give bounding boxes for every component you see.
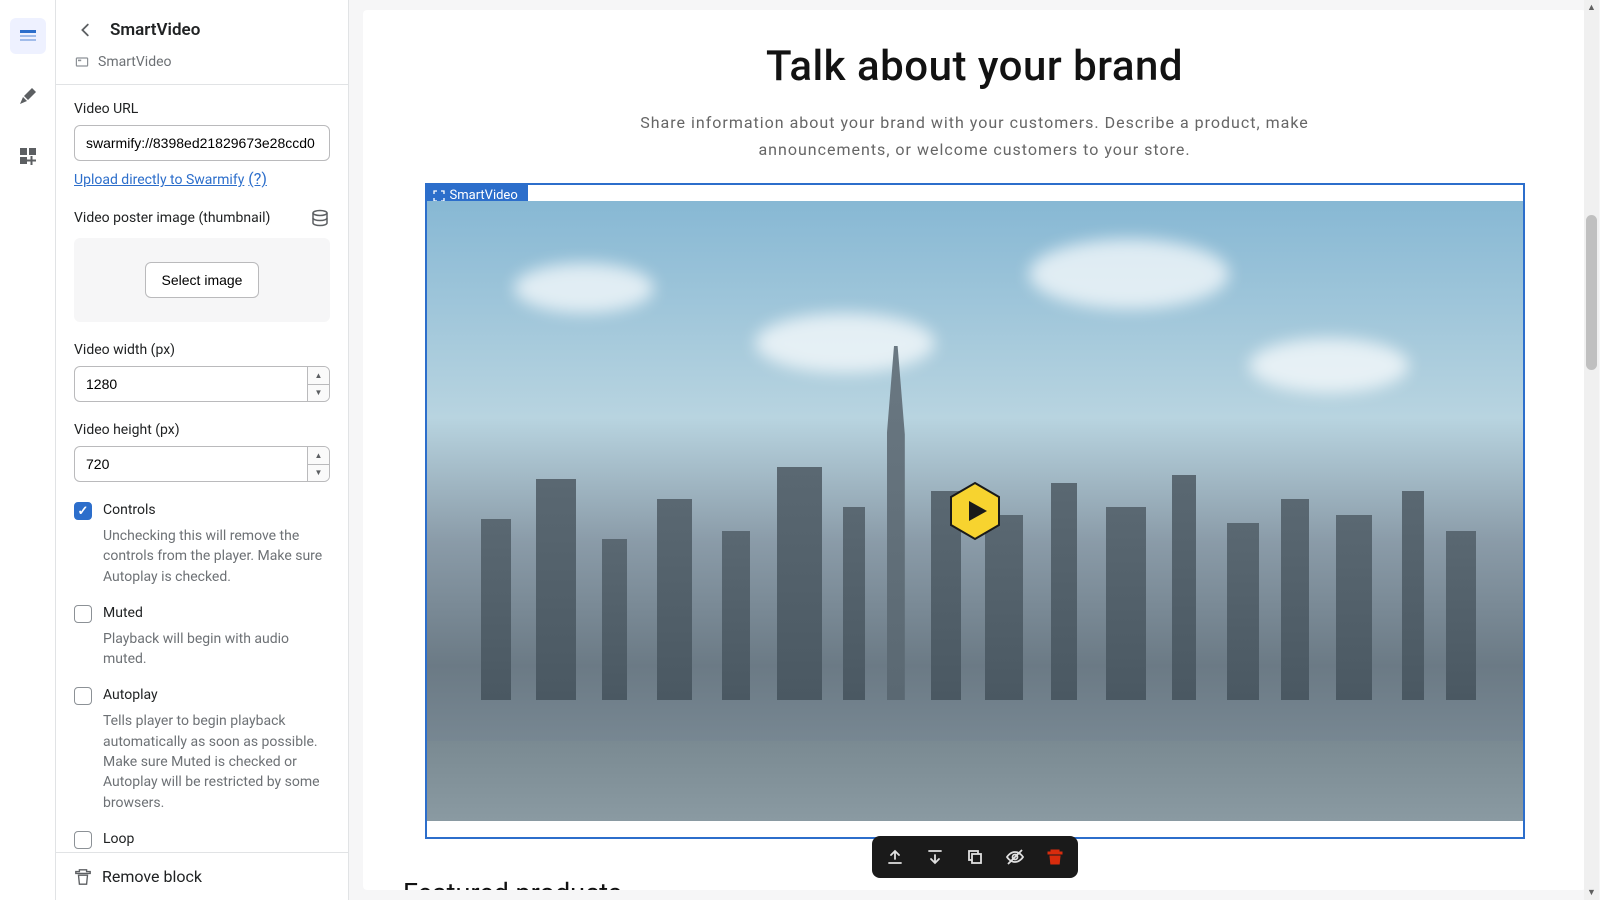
loop-checkbox[interactable] [74,831,92,849]
autoplay-help: Tells player to begin playback automatic… [103,711,330,812]
expand-icon [433,190,445,202]
theme-tool[interactable] [10,78,46,114]
upload-help-link[interactable]: (?) [248,169,267,188]
muted-help: Playback will begin with audio muted. [103,629,330,670]
duplicate-icon [965,847,985,867]
apps-icon [18,146,38,166]
move-up-icon [885,847,905,867]
move-up-button[interactable] [884,846,906,868]
height-label: Video height (px) [74,422,330,438]
delete-button[interactable] [1044,846,1066,868]
preview-page: Talk about your brand Share information … [363,10,1586,890]
loop-label: Loop [103,831,134,849]
remove-block-button[interactable]: Remove block [56,852,348,900]
height-input[interactable] [74,446,330,482]
trash-icon [1045,847,1065,867]
brand-heading: Talk about your brand [766,42,1183,91]
dynamic-source-icon[interactable] [310,208,330,228]
width-step-down[interactable]: ▼ [308,385,329,402]
scroll-down-button[interactable]: ▼ [1584,885,1599,900]
width-input[interactable] [74,366,330,402]
controls-help: Unchecking this will remove the controls… [103,526,330,587]
canvas-scrollbar[interactable]: ▲ ▼ [1584,0,1599,900]
sidebar-subtitle: SmartVideo [98,54,172,70]
eye-off-icon [1005,847,1025,867]
smartvideo-block[interactable]: SmartVideo [425,183,1525,839]
trash-icon [74,868,92,886]
featured-heading: Featured products [403,877,622,890]
video-player[interactable] [427,201,1523,821]
thumbnail-dropzone[interactable]: Select image [74,238,330,322]
autoplay-label: Autoplay [103,687,158,705]
select-image-button[interactable]: Select image [145,262,260,298]
autoplay-checkbox[interactable] [74,687,92,705]
sections-icon [18,26,38,46]
width-label: Video width (px) [74,342,330,358]
move-down-button[interactable] [924,846,946,868]
move-down-icon [925,847,945,867]
settings-sidebar: SmartVideo SmartVideo Video URL Upload d… [56,0,349,900]
width-step-up[interactable]: ▲ [308,367,329,385]
upload-link[interactable]: Upload directly to Swarmify [74,172,244,188]
editor-toolbar [0,0,56,900]
block-action-bar [872,836,1078,878]
sections-tool[interactable] [10,18,46,54]
play-button[interactable] [943,479,1007,543]
preview-canvas: Talk about your brand Share information … [349,0,1600,900]
play-icon [943,479,1007,543]
controls-label: Controls [103,502,156,520]
video-url-label: Video URL [74,101,330,117]
controls-checkbox[interactable] [74,502,92,520]
back-button[interactable] [74,18,98,42]
apps-tool[interactable] [10,138,46,174]
muted-label: Muted [103,605,143,623]
brush-icon [18,86,38,106]
remove-block-label: Remove block [102,867,202,886]
canvas-scrollbar-thumb[interactable] [1586,215,1597,370]
muted-checkbox[interactable] [74,605,92,623]
thumbnail-label: Video poster image (thumbnail) [74,210,270,226]
scroll-up-button[interactable]: ▲ [1584,0,1599,15]
video-url-input[interactable] [74,125,330,161]
block-icon [74,54,90,70]
sidebar-title: SmartVideo [110,20,200,40]
height-step-down[interactable]: ▼ [308,465,329,482]
hide-button[interactable] [1004,846,1026,868]
height-step-up[interactable]: ▲ [308,447,329,465]
brand-description: Share information about your brand with … [605,109,1345,163]
chevron-left-icon [77,21,95,39]
duplicate-button[interactable] [964,846,986,868]
